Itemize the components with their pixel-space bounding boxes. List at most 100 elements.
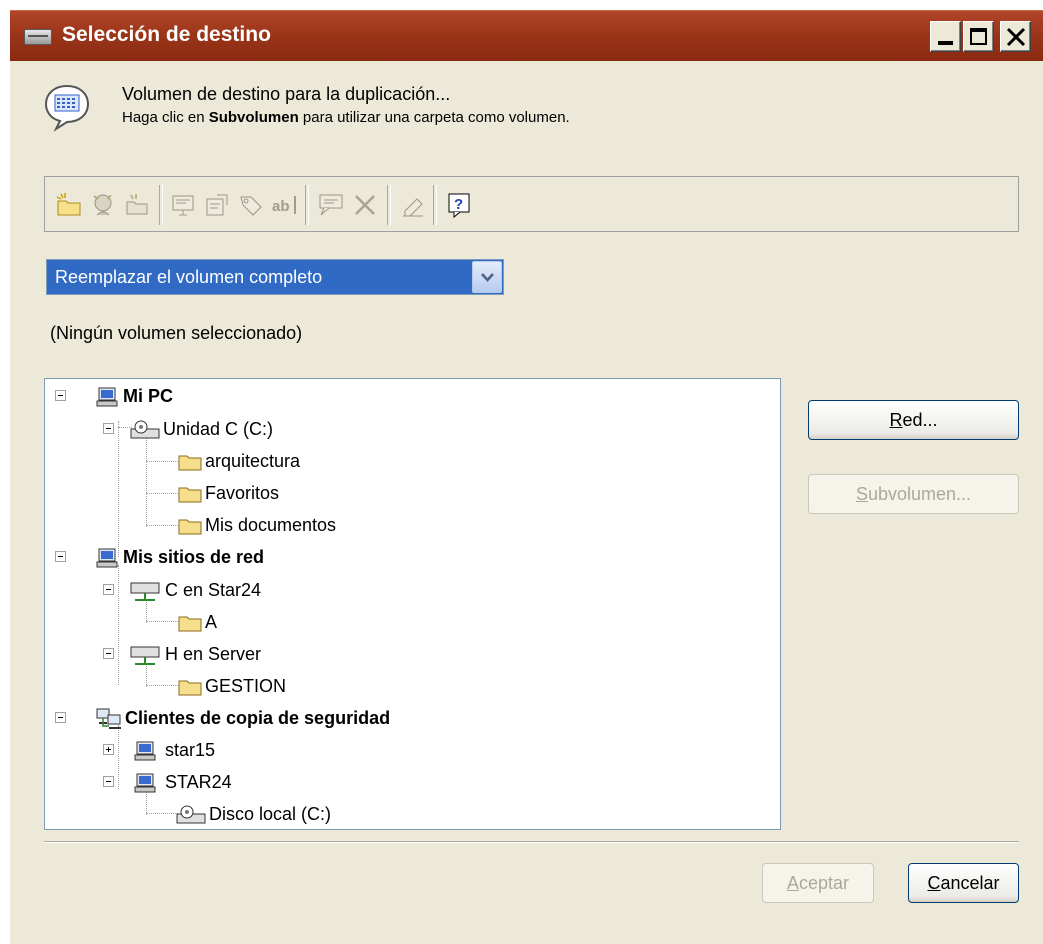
toolbar-separator [387, 185, 391, 225]
subvolume-button-mnemonic: S [855, 484, 868, 504]
folder-icon [178, 455, 202, 471]
toolbar-separator [433, 185, 437, 225]
tree-node-label: H en Server [165, 644, 262, 664]
tree-node-label: C en Star24 [165, 580, 262, 600]
hard-drive-icon [176, 805, 206, 824]
folder-network-icon[interactable] [123, 191, 151, 219]
tree-line [146, 493, 178, 494]
folder-icon [178, 680, 202, 696]
dropdown-button[interactable] [472, 261, 502, 293]
collapse-toggle[interactable] [103, 584, 114, 595]
tree-node-label: Disco local (C:) [209, 804, 332, 824]
hard-drive-icon [130, 420, 160, 439]
tree-line [146, 621, 178, 622]
tree-node-gestion[interactable]: GESTION [177, 671, 286, 701]
close-button[interactable] [1000, 21, 1031, 52]
tree-line [118, 725, 119, 789]
accept-button-mnemonic: A [786, 873, 799, 893]
info-description: Haga clic en Subvolumen para utilizar un… [122, 108, 642, 127]
folder-icon [178, 487, 202, 503]
tree-node-label: Unidad C (C:) [163, 419, 274, 439]
toolbar-separator [305, 185, 309, 225]
tree-node-label: GESTION [205, 676, 287, 696]
svg-text:?: ? [454, 196, 463, 213]
erase-icon[interactable] [399, 191, 427, 219]
help-icon[interactable]: ? [445, 191, 473, 219]
comment-icon[interactable] [317, 191, 345, 219]
folder-icon [178, 519, 202, 535]
tree-node-backup-clients[interactable]: Clientes de copia de seguridad [95, 703, 390, 733]
tree-line [146, 525, 178, 526]
tree-node-label: star15 [165, 740, 216, 760]
collapse-toggle[interactable] [103, 648, 114, 659]
tree-line [146, 437, 147, 527]
tree-node-mis-documentos[interactable]: Mis documentos [177, 510, 336, 540]
dialog-window: Selección de destino Volumen de destino … [10, 10, 1043, 944]
cancel-button-mnemonic: C [927, 873, 941, 893]
selection-status: (Ningún volumen seleccionado) [50, 323, 303, 343]
minimize-button[interactable] [930, 21, 961, 52]
chevron-down-icon [481, 273, 494, 282]
tree-node-favoritos[interactable]: Favoritos [177, 478, 279, 508]
tree-line [146, 461, 178, 462]
computer-icon [96, 548, 118, 568]
tree-node-arquitectura[interactable]: arquitectura [177, 446, 300, 476]
folder-icon [178, 616, 202, 632]
wizard-icon[interactable] [89, 191, 117, 219]
properties-icon[interactable] [203, 191, 231, 219]
tree-node-label: Mi PC [123, 386, 174, 406]
footer-divider [44, 841, 1019, 843]
tree-node-network-places[interactable]: Mis sitios de red [95, 542, 264, 572]
collapse-toggle[interactable] [55, 551, 66, 562]
expand-toggle[interactable] [103, 744, 114, 755]
tree-node-label: A [205, 612, 218, 632]
tree-node-label: Mis sitios de red [123, 547, 265, 567]
window-title: Selección de destino [62, 23, 271, 46]
presentation-icon[interactable] [169, 191, 197, 219]
volume-tree[interactable]: Mi PC Unidad C (C:) arquitectura Favorit… [44, 378, 781, 830]
tree-line [146, 685, 178, 686]
tree-node-h-server[interactable]: H en Server [129, 639, 261, 669]
tree-node-local-disk[interactable]: Disco local (C:) [175, 799, 331, 829]
computer-icon [134, 773, 156, 793]
replace-mode-select[interactable]: Reemplazar el volumen completo [46, 259, 504, 295]
title-bar[interactable]: Selección de destino [10, 10, 1043, 61]
collapse-toggle[interactable] [103, 776, 114, 787]
tree-node-label: arquitectura [205, 451, 301, 471]
tree-node-star24[interactable]: STAR24 [129, 767, 232, 797]
close-icon [1006, 27, 1026, 47]
tree-node-c-star24[interactable]: C en Star24 [129, 575, 261, 605]
toolbar: ab ? [44, 176, 1019, 232]
tree-node-a[interactable]: A [177, 607, 217, 637]
tree-node-my-pc[interactable]: Mi PC [95, 381, 173, 411]
maximize-button[interactable] [963, 21, 994, 52]
subvolume-button[interactable]: Subvolumen... [808, 474, 1019, 514]
collapse-toggle[interactable] [55, 712, 66, 723]
svg-text:ab: ab [272, 198, 290, 215]
network-button[interactable]: Red... [808, 400, 1019, 440]
tree-node-label: STAR24 [165, 772, 232, 792]
collapse-toggle[interactable] [103, 423, 114, 434]
replace-mode-value: Reemplazar el volumen completo [55, 267, 323, 287]
info-text-emphasis: Subvolumen [208, 109, 299, 126]
delete-icon[interactable] [351, 191, 379, 219]
info-text-suffix: para utilizar una carpeta como volumen. [298, 109, 570, 126]
tree-line [118, 421, 119, 557]
accept-button[interactable]: Aceptar [762, 863, 874, 903]
drive-icon [24, 29, 52, 45]
network-drive-icon [130, 646, 160, 666]
toolbar-separator [159, 185, 163, 225]
subvolume-button-label: ubvolumen... [867, 484, 972, 504]
tag-icon[interactable] [237, 191, 265, 219]
network-drive-icon [130, 582, 160, 602]
network-computers-icon [96, 708, 121, 730]
rename-icon[interactable]: ab [271, 191, 299, 219]
collapse-toggle[interactable] [55, 390, 66, 401]
tree-node-star15[interactable]: star15 [129, 735, 215, 765]
cancel-button[interactable]: Cancelar [908, 863, 1019, 903]
tree-line [146, 813, 178, 814]
tree-node-drive-c[interactable]: Unidad C (C:) [129, 414, 273, 444]
tree-node-label: Clientes de copia de seguridad [125, 708, 391, 728]
new-folder-icon[interactable] [55, 191, 83, 219]
computer-icon [134, 741, 156, 761]
